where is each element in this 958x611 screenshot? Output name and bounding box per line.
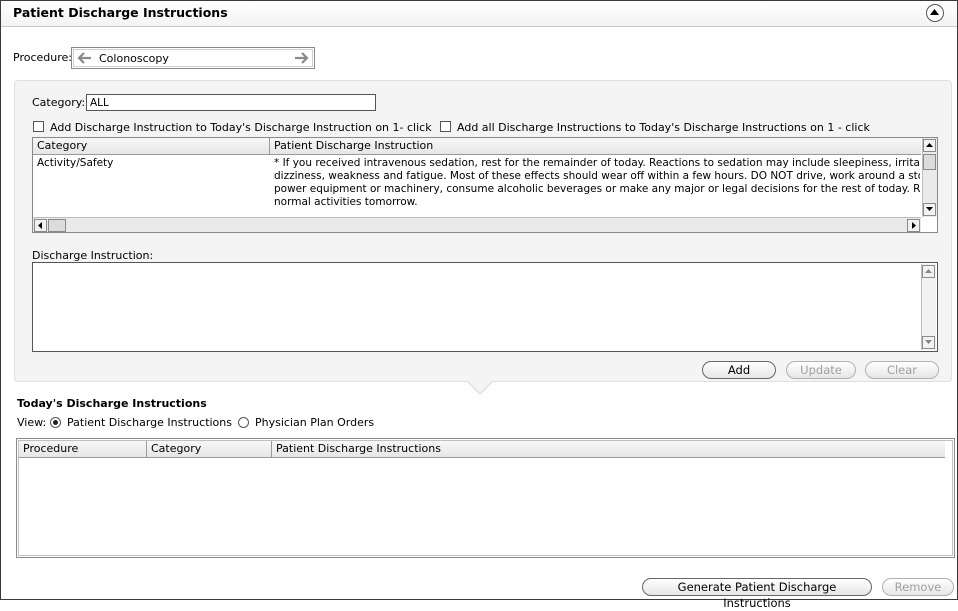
generate-instructions-button[interactable]: Generate Patient Discharge Instructions [642,578,872,610]
arrow-right-icon[interactable] [294,51,310,65]
caret-up-icon [925,269,932,273]
scroll-thumb[interactable] [923,154,936,170]
radio-physician-plan-orders[interactable] [238,417,249,428]
caret-down-icon [925,340,932,344]
discharge-instruction-label: Discharge Instruction: [32,249,154,262]
scroll-up-button[interactable] [923,139,936,152]
procedure-label: Procedure: [13,51,72,64]
caret-right-icon [912,222,916,229]
column-header-instruction[interactable]: Patient Discharge Instruction [270,138,921,154]
category-label: Category: [32,96,86,109]
grid-horizontal-scrollbar[interactable] [33,217,921,232]
update-button[interactable]: Update [786,361,856,379]
chevron-up-icon [930,9,939,15]
view-label: View: [17,416,47,429]
textarea-scroll-down[interactable] [922,336,935,349]
add-all-label: Add all Discharge Instructions to Today'… [457,121,870,134]
radio-physician-plan-orders-label: Physician Plan Orders [255,416,375,429]
remove-button[interactable]: Remove [882,578,954,596]
discharge-instruction-textarea[interactable] [32,262,938,352]
textarea-scrollbar[interactable] [921,264,936,350]
arrow-left-icon[interactable] [76,51,92,65]
column-header-category[interactable]: Category [33,138,270,154]
caret-down-icon [926,207,933,211]
today-section-title: Today's Discharge Instructions [17,397,207,410]
caret-left-icon [38,222,42,229]
radio-patient-instructions[interactable] [50,417,61,428]
grid-vertical-scrollbar[interactable] [922,138,937,217]
collapse-button[interactable] [926,4,944,22]
column-header-category[interactable]: Category [147,441,272,457]
page-title: Patient Discharge Instructions [13,5,228,20]
radio-patient-instructions-label: Patient Discharge Instructions [67,416,232,429]
add-all-checkbox[interactable] [440,121,451,132]
scroll-left-button[interactable] [34,219,47,232]
column-header-procedure[interactable]: Procedure [19,441,147,457]
today-grid-header: Procedure Category Patient Discharge Ins… [19,441,945,458]
caret-up-icon [926,143,933,147]
category-field[interactable]: ALL [86,94,376,111]
add-one-checkbox[interactable] [33,121,44,132]
clear-button[interactable]: Clear [865,361,939,379]
today-instructions-grid[interactable]: Procedure Category Patient Discharge Ins… [16,438,955,558]
row-instruction[interactable]: * If you received intravenous sedation, … [274,157,920,209]
procedure-selector[interactable]: Colonoscopy [71,47,315,69]
instructions-grid[interactable]: Category Patient Discharge Instruction A… [32,137,938,233]
scroll-right-button[interactable] [907,219,920,232]
procedure-value: Colonoscopy [99,52,169,65]
add-one-label: Add Discharge Instruction to Today's Dis… [50,121,432,134]
grid-header: Category Patient Discharge Instruction [33,138,921,155]
hscroll-thumb[interactable] [48,219,66,232]
scroll-down-button[interactable] [923,203,936,216]
add-button[interactable]: Add [702,361,776,379]
textarea-scroll-up[interactable] [922,265,935,278]
column-header-patient-instructions[interactable]: Patient Discharge Instructions [272,441,945,457]
row-category[interactable]: Activity/Safety [37,157,113,170]
